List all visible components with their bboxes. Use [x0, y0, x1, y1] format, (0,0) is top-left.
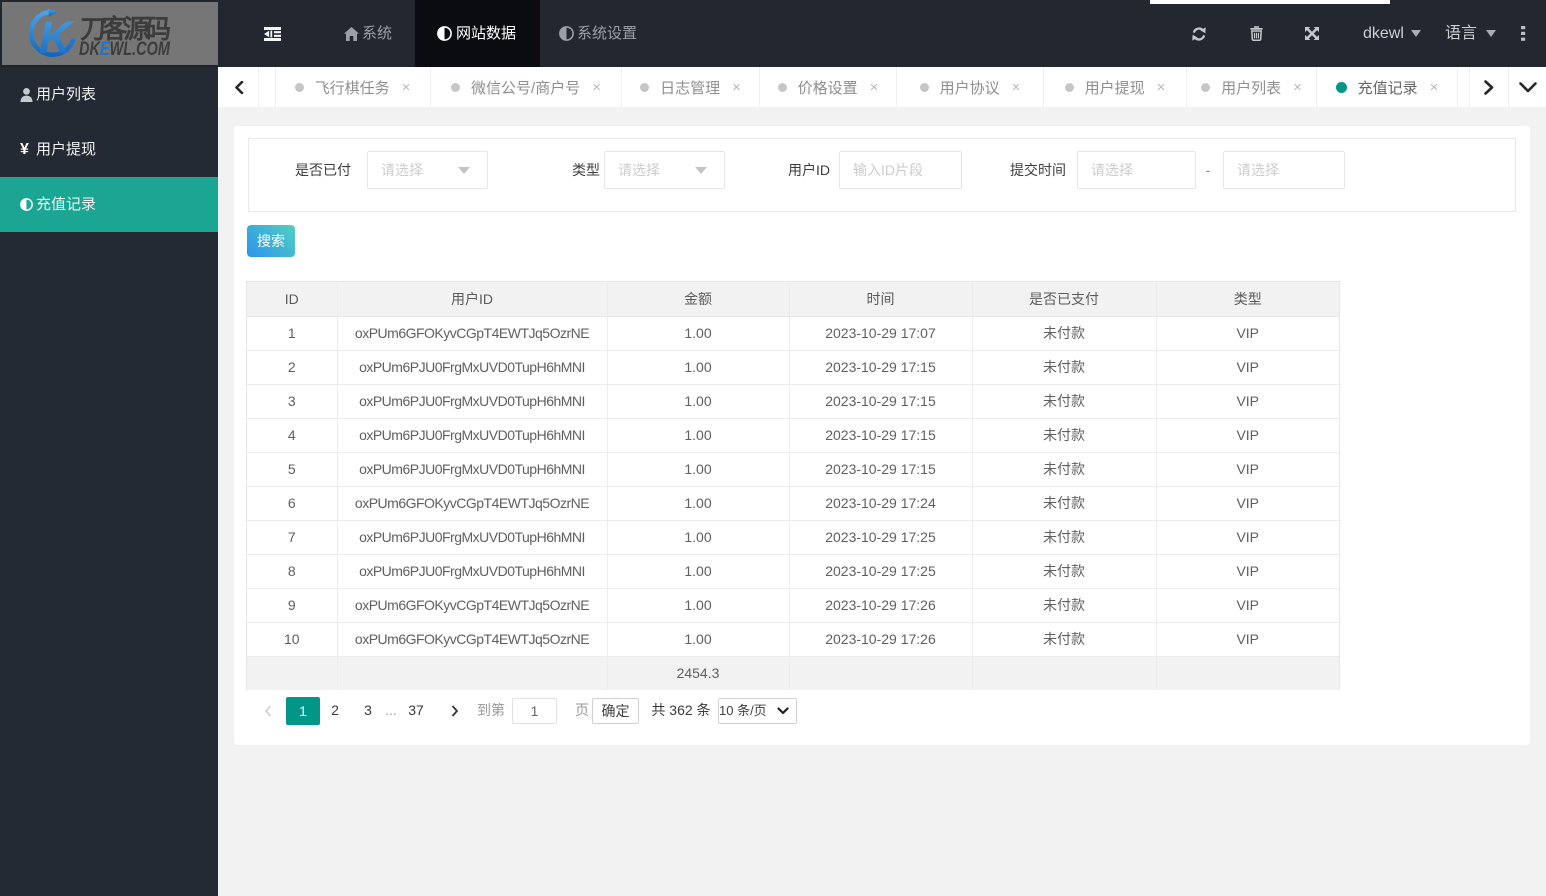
svg-text:K: K — [39, 12, 75, 63]
svg-text:DKEWL.COM: DKEWL.COM — [79, 39, 171, 60]
